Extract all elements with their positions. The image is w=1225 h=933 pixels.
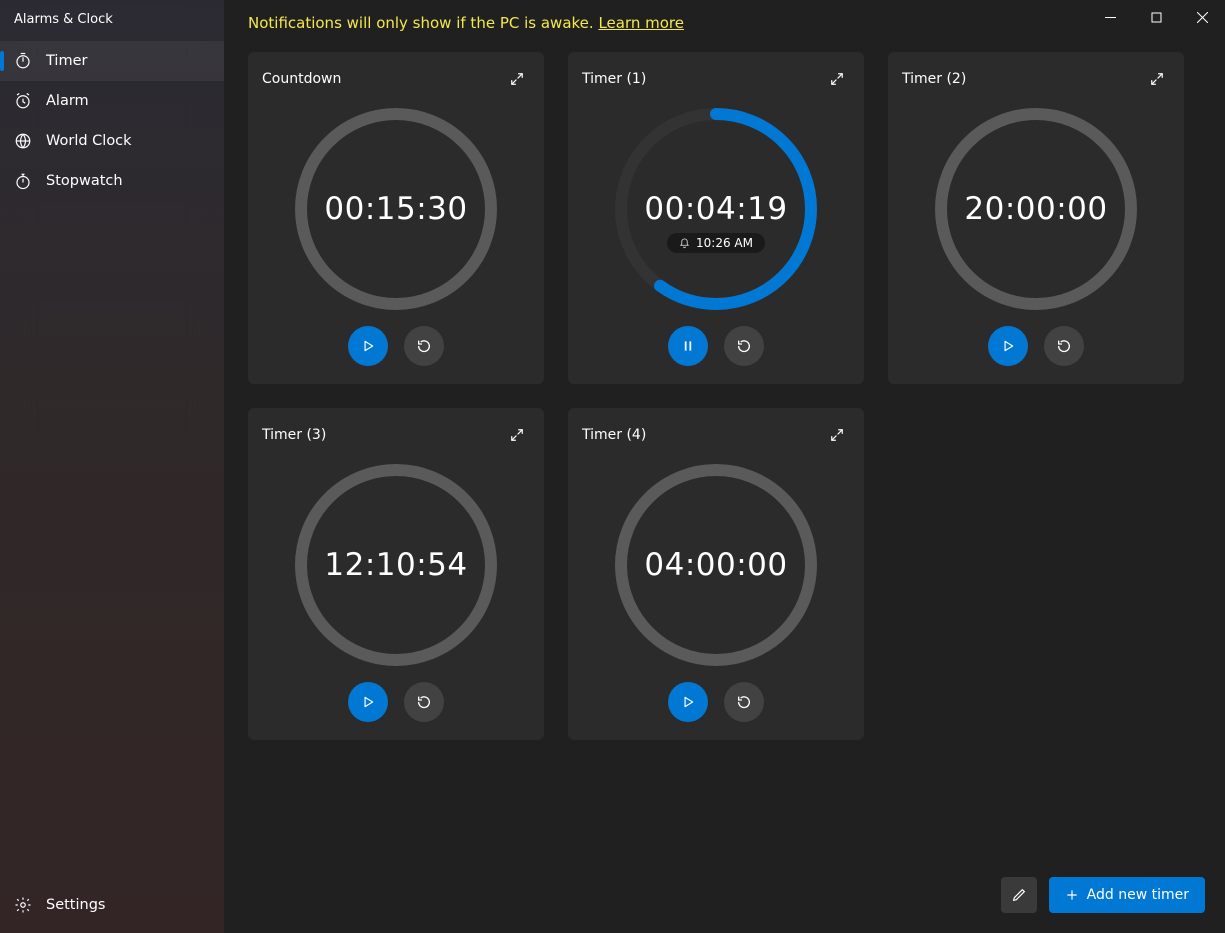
- footer-actions: Add new timer: [1001, 877, 1205, 913]
- sidebar-item-label: Timer: [46, 53, 87, 69]
- maximize-button[interactable]: [1133, 0, 1179, 34]
- timer-display: 20:00:00: [964, 191, 1107, 227]
- timer-display: 04:00:00: [644, 547, 787, 583]
- timer-display: 00:15:30: [324, 191, 467, 227]
- sidebar-item-label: Settings: [46, 897, 105, 913]
- main-content: Notifications will only show if the PC i…: [224, 0, 1225, 933]
- edit-timers-button[interactable]: [1001, 877, 1037, 913]
- timer-name: Timer (1): [582, 71, 646, 87]
- alarm-time-badge: 10:26 AM: [667, 233, 765, 253]
- learn-more-link[interactable]: Learn more: [598, 14, 684, 32]
- timer-name: Timer (4): [582, 427, 646, 443]
- timer-card: Timer (1) 00:04:19 10:26 AM: [568, 52, 864, 384]
- timer-name: Countdown: [262, 71, 341, 87]
- reset-button[interactable]: [404, 326, 444, 366]
- pause-button[interactable]: [668, 326, 708, 366]
- timer-card: Timer (3) 12:10:54: [248, 408, 544, 740]
- timer-ring: 00:04:19 10:26 AM: [582, 92, 850, 326]
- notification-text: Notifications will only show if the PC i…: [248, 14, 598, 32]
- alarm-time-text: 10:26 AM: [696, 236, 753, 250]
- app-title: Alarms & Clock: [0, 0, 224, 41]
- expand-button[interactable]: [824, 66, 850, 92]
- sidebar-item-label: Alarm: [46, 93, 89, 109]
- timer-name: Timer (3): [262, 427, 326, 443]
- notification-banner: Notifications will only show if the PC i…: [224, 0, 1225, 32]
- sidebar-item-timer[interactable]: Timer: [0, 41, 224, 81]
- sidebar-item-world-clock[interactable]: World Clock: [0, 121, 224, 161]
- timer-icon: [14, 52, 32, 70]
- timer-card: Timer (2) 20:00:00: [888, 52, 1184, 384]
- reset-button[interactable]: [724, 326, 764, 366]
- play-button[interactable]: [348, 326, 388, 366]
- reset-button[interactable]: [404, 682, 444, 722]
- sidebar-item-stopwatch[interactable]: Stopwatch: [0, 161, 224, 201]
- expand-button[interactable]: [504, 66, 530, 92]
- sidebar-nav: Timer Alarm World Clock: [0, 41, 224, 201]
- play-button[interactable]: [988, 326, 1028, 366]
- timer-card: Timer (4) 04:00:00: [568, 408, 864, 740]
- sidebar-item-label: World Clock: [46, 133, 132, 149]
- timer-ring: 20:00:00: [902, 92, 1170, 326]
- sidebar-item-label: Stopwatch: [46, 173, 123, 189]
- minimize-button[interactable]: [1087, 0, 1133, 34]
- stopwatch-icon: [14, 172, 32, 190]
- globe-icon: [14, 132, 32, 150]
- reset-button[interactable]: [724, 682, 764, 722]
- add-button-label: Add new timer: [1087, 887, 1189, 903]
- sidebar-item-alarm[interactable]: Alarm: [0, 81, 224, 121]
- timer-name: Timer (2): [902, 71, 966, 87]
- timer-ring: 00:15:30: [262, 92, 530, 326]
- timer-grid: Countdown 00:15:30 Timer (1) 00:04:19: [224, 32, 1225, 760]
- timer-ring: 12:10:54: [262, 448, 530, 682]
- sidebar-item-settings[interactable]: Settings: [0, 885, 224, 925]
- play-button[interactable]: [668, 682, 708, 722]
- window-controls: [1087, 0, 1225, 34]
- add-new-timer-button[interactable]: Add new timer: [1049, 877, 1205, 913]
- timer-display: 00:04:19: [644, 191, 787, 227]
- sidebar: Alarms & Clock Timer Alarm: [0, 0, 224, 933]
- timer-ring: 04:00:00: [582, 448, 850, 682]
- gear-icon: [14, 896, 32, 914]
- expand-button[interactable]: [1144, 66, 1170, 92]
- alarm-icon: [14, 92, 32, 110]
- close-button[interactable]: [1179, 0, 1225, 34]
- timer-card: Countdown 00:15:30: [248, 52, 544, 384]
- timer-display: 12:10:54: [324, 547, 467, 583]
- expand-button[interactable]: [824, 422, 850, 448]
- reset-button[interactable]: [1044, 326, 1084, 366]
- expand-button[interactable]: [504, 422, 530, 448]
- play-button[interactable]: [348, 682, 388, 722]
